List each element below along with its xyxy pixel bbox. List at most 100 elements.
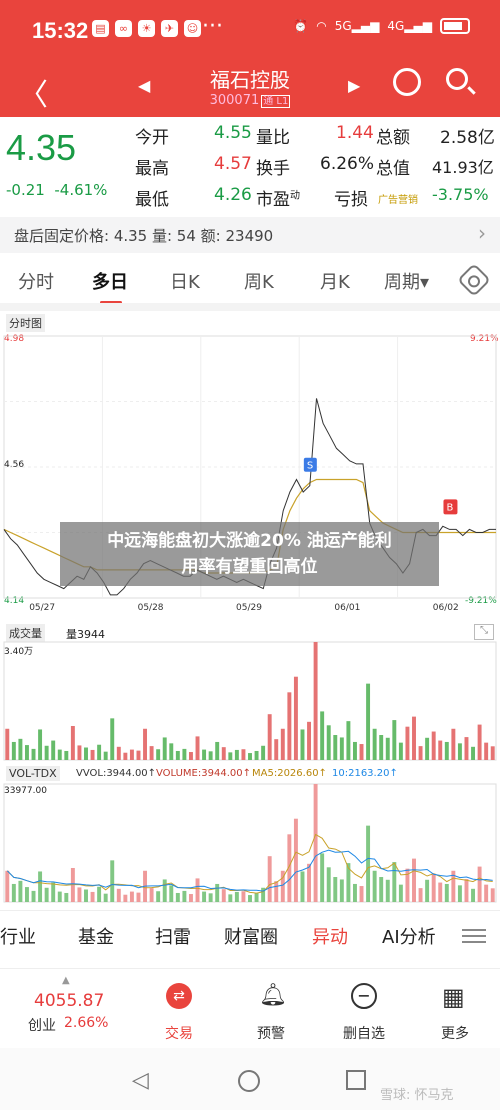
status-right: ⏰ ◠ 5G▂▄▆ 4G▂▄▆ (293, 18, 470, 34)
stock-name: 福石控股 (210, 68, 290, 92)
volume-bar (221, 747, 226, 760)
vol-tdx-bar (471, 888, 476, 902)
remove-label[interactable]: 删自选 (324, 1023, 404, 1043)
vol-tdx-bar (182, 890, 187, 902)
divider (0, 303, 500, 311)
change-pct: -4.61% (54, 181, 108, 199)
vol-tdx-bar (431, 873, 436, 902)
feature-toolbar: 行业 基金 扫雷 财富圈 异动 AI分析 (0, 910, 500, 960)
vol-tdx-bar (123, 894, 128, 902)
trade-icon[interactable]: ⇄ (166, 983, 192, 1009)
toolbar-ai-analysis[interactable]: AI分析 (382, 923, 436, 949)
volume-bar (129, 749, 134, 760)
volume-bar (267, 714, 272, 760)
vol-tdx-bar (359, 886, 364, 902)
tab-intraday[interactable]: 分时 (18, 268, 54, 294)
vol-tdx-bar (267, 856, 272, 902)
more-label[interactable]: 更多 (415, 1023, 495, 1043)
toolbar-risk-scan[interactable]: 扫雷 (155, 923, 191, 949)
pe-label: 市盈动 (256, 185, 300, 210)
price-change: -0.21 -4.61% (6, 181, 107, 199)
tab-multiday[interactable]: 多日 (92, 268, 128, 304)
vol-tdx-bar (162, 879, 167, 902)
assistant-icon[interactable] (393, 68, 421, 96)
turnover-label: 换手 (256, 159, 290, 179)
vol-tdx-bar (392, 862, 397, 902)
grid-icon[interactable]: ▦ (442, 983, 465, 1011)
news-overlay[interactable]: 中远海能盘初大涨逾20% 油运产能利 用率有望重回高位 (60, 522, 439, 586)
vol-tdx-bar (339, 879, 344, 902)
vol-tdx-bar (84, 889, 88, 902)
vol-tdx-bar (24, 887, 29, 902)
bottom-bar: ▲ 4055.87 创业 2.66% ⇄ 交易 🔔︎ 预警 − 删自选 ▦ 更多 (0, 968, 500, 1048)
index-value[interactable]: 4055.87 (34, 991, 104, 1011)
vol-tdx-bar (57, 891, 62, 902)
date-tick-label: 05/27 (29, 603, 55, 613)
vol-tdx-bar (44, 887, 49, 902)
volume-bar (70, 725, 75, 760)
volume-bar (457, 743, 462, 760)
remove-icon[interactable]: − (351, 983, 377, 1009)
low-label: 最低 (135, 190, 169, 210)
toolbar-movement[interactable]: 异动 (312, 923, 348, 949)
vol-tdx-bar (221, 889, 226, 902)
open-value: 4.55 (214, 123, 252, 143)
watermark: 雪球: 怀马克 (380, 1088, 454, 1103)
volume-bar (418, 746, 423, 760)
volume-bar (103, 751, 108, 760)
alert-label[interactable]: 预警 (231, 1023, 311, 1043)
toolbar-industry[interactable]: 行业 (0, 923, 36, 949)
index-pct: 2.66% (64, 1015, 109, 1031)
vol-tdx-bar (333, 877, 338, 902)
tab-daily-k[interactable]: 日K (170, 268, 200, 294)
nav-back-icon[interactable]: ◁ (132, 1068, 149, 1093)
tab-monthly-k[interactable]: 月K (320, 268, 350, 294)
volume-bar (162, 737, 167, 760)
volume-bar (143, 728, 148, 760)
app-notification-icon: ▤ (92, 20, 109, 37)
vol-tdx-label[interactable]: VOL-TDX (6, 766, 60, 781)
after-hours-row[interactable]: 盘后固定价格: 4.35 量: 54 额: 23490 › (0, 217, 500, 253)
vol-tdx-bar (77, 887, 82, 902)
vol-tdx-bar (149, 888, 154, 902)
next-stock-button[interactable]: ▶ (348, 76, 360, 95)
vol-tdx-bar (31, 890, 36, 902)
tab-period[interactable]: 周期▾ (384, 268, 429, 294)
amount-value: 2.58亿 (440, 128, 495, 148)
toolbar-wealth-circle[interactable]: 财富圈 (224, 923, 278, 949)
date-tick-label: 06/01 (334, 603, 360, 613)
menu-icon[interactable] (462, 925, 486, 947)
vol-tdx-bar (372, 870, 377, 902)
volume-bar (293, 676, 298, 760)
vol-tdx-bar (11, 883, 16, 902)
volume-bar (254, 750, 259, 760)
volume-bar (44, 745, 49, 760)
vol-tdx-bar (103, 893, 108, 902)
volume-bar (280, 728, 285, 760)
wifi-icon: ◠ (316, 19, 327, 33)
volume-bar (241, 749, 246, 760)
sector-label[interactable]: 广告营销 (378, 191, 418, 206)
volume-bar (412, 716, 416, 760)
volume-bar (169, 743, 174, 760)
vol-tdx-bar (169, 885, 174, 902)
nav-home-icon[interactable] (238, 1070, 260, 1092)
settings-icon[interactable] (457, 263, 491, 297)
volume-bar (352, 741, 357, 760)
volume-bar (471, 746, 476, 760)
trade-label[interactable]: 交易 (139, 1023, 219, 1043)
app-link-icon: ∞ (115, 20, 132, 37)
vol-tdx-bar (352, 883, 357, 902)
volume-bar (405, 726, 410, 760)
tab-weekly-k[interactable]: 周K (244, 268, 274, 294)
volume-bar (490, 746, 495, 760)
bell-icon[interactable]: 🔔︎ (259, 983, 287, 1008)
toolbar-fund[interactable]: 基金 (78, 923, 114, 949)
index-up-icon: ▲ (62, 975, 70, 986)
search-icon[interactable] (446, 68, 468, 90)
nav-recents-icon[interactable] (346, 1070, 366, 1090)
open-label: 今开 (135, 128, 169, 148)
vol-tdx-bar (300, 871, 305, 902)
vol-tdx-bar (129, 891, 134, 902)
expand-icon[interactable]: ⤡ (474, 624, 494, 640)
